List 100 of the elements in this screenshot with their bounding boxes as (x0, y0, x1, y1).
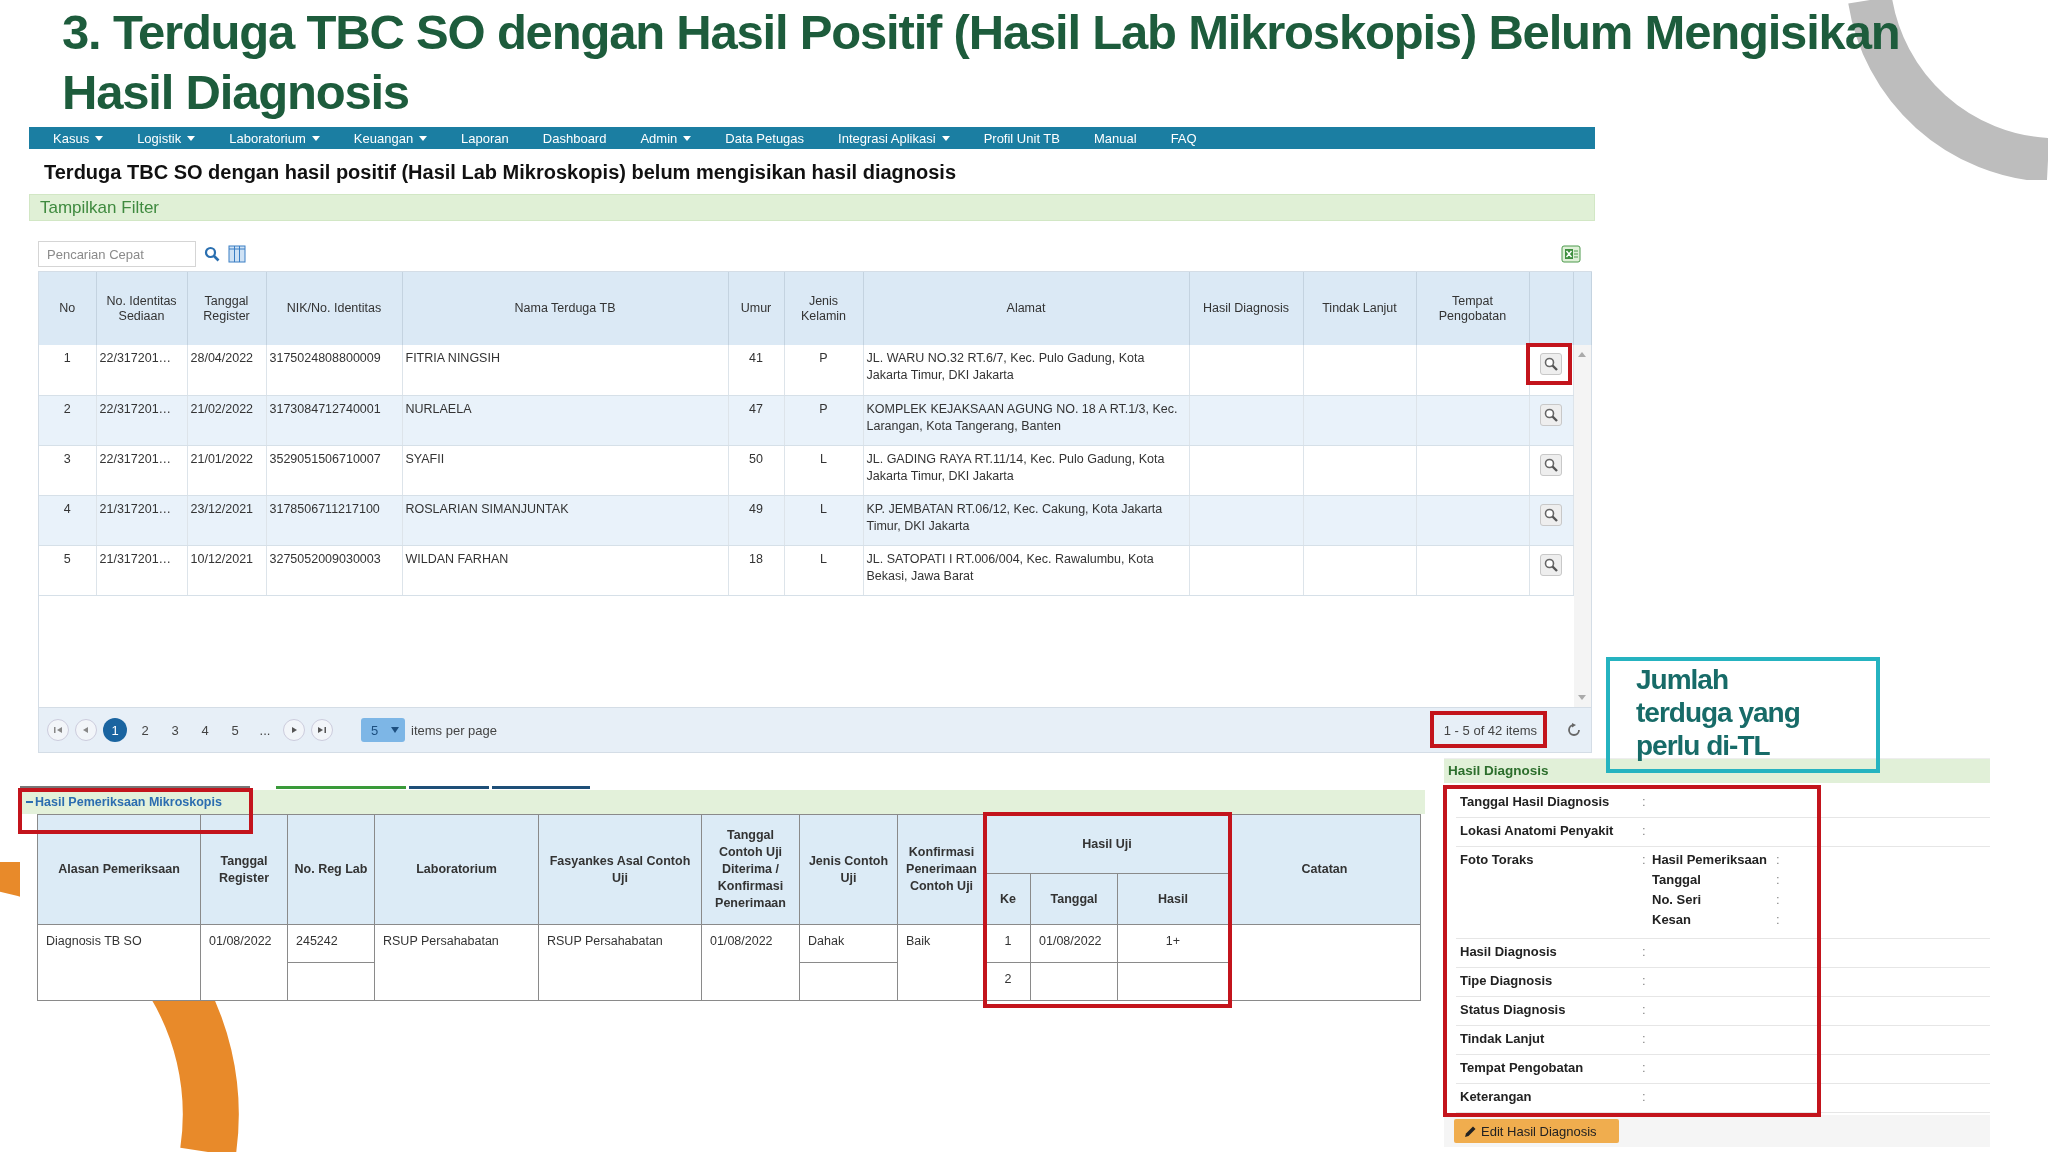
scroll-down-icon (1577, 695, 1588, 701)
table-cell: 245242 (296, 934, 338, 948)
column-header[interactable]: Umur (731, 301, 781, 316)
field-separator: : (1776, 872, 1780, 889)
column-header[interactable]: Tempat Pengobatan (1419, 293, 1526, 324)
column-header: Hasil Uji (1081, 835, 1133, 853)
nav-menu-item[interactable]: Admin (640, 130, 692, 146)
view-button[interactable] (1540, 503, 1562, 526)
page-button[interactable]: 2 (133, 718, 157, 742)
edit-button[interactable]: Edit Hasil Diagnosis (1454, 1119, 1619, 1143)
table-cell: Baik (906, 934, 931, 948)
table-cell: 3 (63, 451, 71, 466)
column-header[interactable]: Alamat (866, 301, 1186, 316)
field-separator: : (1642, 973, 1647, 988)
previous-page-button[interactable] (75, 719, 97, 741)
field-label: Kesan (1652, 912, 1693, 929)
nav-menu-item[interactable]: Data Petugas (725, 130, 805, 146)
page-size-dropdown[interactable]: 5 (361, 718, 405, 742)
page-button[interactable]: 1 (103, 718, 127, 742)
table-cell: 3178506711217100 (269, 501, 380, 516)
next-page-button[interactable] (283, 719, 305, 741)
table-cell: ROSLARIAN SIMANJUNTAK (405, 501, 569, 516)
table-cell: 41 (749, 351, 763, 365)
field-label: Tanggal (1652, 872, 1702, 889)
field-label: Hasil Pemeriksaan (1652, 852, 1768, 869)
filter-toggle[interactable]: Tampilkan Filter (29, 194, 1595, 221)
table-cell: 01/08/2022 (1039, 934, 1102, 948)
table-cell: 18 (749, 551, 763, 566)
view-button[interactable] (1540, 453, 1562, 476)
table-cell: RSUP Persahabatan (547, 934, 663, 948)
table-cell: 21/01/2022 (190, 451, 254, 466)
column-header: Hasil (1157, 890, 1189, 908)
nav-menu-item[interactable]: FAQ (1170, 130, 1197, 146)
view-button[interactable] (1540, 403, 1562, 426)
column-header[interactable]: No. Identitas Sediaan (99, 293, 184, 324)
section-title[interactable]: Hasil Pemeriksaan Mikroskopis (35, 795, 222, 809)
view-button[interactable] (1540, 553, 1562, 576)
nav-menu-item[interactable]: Profil Unit TB (983, 130, 1060, 146)
table-cell: 01/08/2022 (209, 934, 272, 948)
field-separator: : (1642, 852, 1647, 867)
table-cell: 3175024808800009 (269, 351, 381, 365)
field-label: Foto Toraks (1459, 852, 1535, 867)
column-header[interactable]: Tanggal Register (190, 293, 263, 324)
magnifier-icon (1543, 456, 1559, 473)
last-page-button[interactable] (311, 719, 333, 741)
first-page-button[interactable] (47, 719, 69, 741)
table-cell: JL. SATOPATI I RT.006/004, Kec. Rawalumbu, Kota Bekasi, Jawa Barat (866, 551, 1154, 583)
column-header: No. Reg Lab (293, 861, 369, 878)
table-cell: RSUP Persahabatan (383, 934, 499, 948)
page-heading: Terduga TBC SO dengan hasil positif (Hasil Lab Mikroskopis) belum mengisikan hasil diagnosis (44, 161, 957, 185)
table-cell: KP. JEMBATAN RT.06/12, Kec. Cakung, Kota Jakarta Timur, DKI Jakarta (866, 501, 1163, 533)
column-header[interactable]: No (42, 301, 93, 316)
table-cell: 47 (749, 401, 763, 416)
magnifier-icon (1543, 506, 1559, 523)
magnifier-icon (1543, 556, 1559, 573)
nav-menu-item[interactable]: Dashboard (542, 130, 607, 146)
nav-menu-item[interactable]: Integrasi Aplikasi (838, 130, 950, 146)
scrollbar[interactable] (1573, 345, 1591, 707)
column-header[interactable]: Tindak Lanjut (1306, 301, 1413, 316)
search-field[interactable]: Pencarian Cepat (38, 241, 196, 267)
page-button[interactable]: ... (253, 718, 277, 742)
page-button[interactable]: 3 (163, 718, 187, 742)
nav-menu-item[interactable]: Kasus (53, 130, 104, 146)
nav-menu-item[interactable]: Keuangan (353, 130, 428, 146)
field-separator: : (1642, 823, 1647, 838)
column-header[interactable]: Nama Terduga TB (405, 301, 725, 316)
magnifier-icon (1543, 356, 1559, 372)
table-cell: 49 (749, 501, 763, 516)
page-button[interactable]: 4 (193, 718, 217, 742)
column-header[interactable]: Hasil Diagnosis (1192, 301, 1300, 316)
table-cell: WILDAN FARHAN (405, 551, 509, 566)
field-separator: : (1776, 852, 1780, 869)
dropdown-arrow-icon (391, 727, 399, 733)
column-header: Ke (999, 890, 1017, 908)
table-cell: 3529051506710007 (269, 451, 381, 466)
column-header: Fasyankes Asal Contoh Uji (548, 852, 692, 887)
table-cell: 1 (1004, 934, 1012, 948)
field-separator: : (1776, 912, 1780, 929)
page-button[interactable]: 5 (223, 718, 247, 742)
table-cell: L (820, 501, 827, 516)
field-separator: : (1642, 1089, 1647, 1104)
refresh-icon (1567, 723, 1581, 737)
column-header[interactable]: Jenis Kelamin (787, 293, 860, 324)
nav-menu-item[interactable]: Laboratorium (229, 130, 320, 146)
field-label: Keterangan (1459, 1089, 1533, 1104)
table-cell: FITRIA NINGSIH (405, 351, 500, 365)
last-page-icon (317, 725, 327, 735)
slide-title: Hasil Diagnosis (62, 64, 409, 121)
nav-menu-item[interactable]: Laporan (461, 130, 509, 146)
table-cell: L (820, 551, 827, 566)
caret-icon (419, 135, 428, 141)
nav-menu-item[interactable]: Manual (1094, 130, 1137, 146)
column-header: Tanggal Contoh Uji Diterima / Konfirmasi Penerimaan (714, 827, 787, 912)
item-count: 1 - 5 of 42 items (1443, 722, 1537, 738)
view-button[interactable] (1540, 353, 1562, 375)
caret-icon (95, 135, 104, 141)
column-header[interactable]: NIK/No. Identitas (269, 301, 399, 316)
nav-menu-item[interactable]: Logistik (137, 130, 196, 146)
table-cell: 50 (749, 451, 763, 466)
table-cell: 22/317201… (99, 401, 172, 416)
